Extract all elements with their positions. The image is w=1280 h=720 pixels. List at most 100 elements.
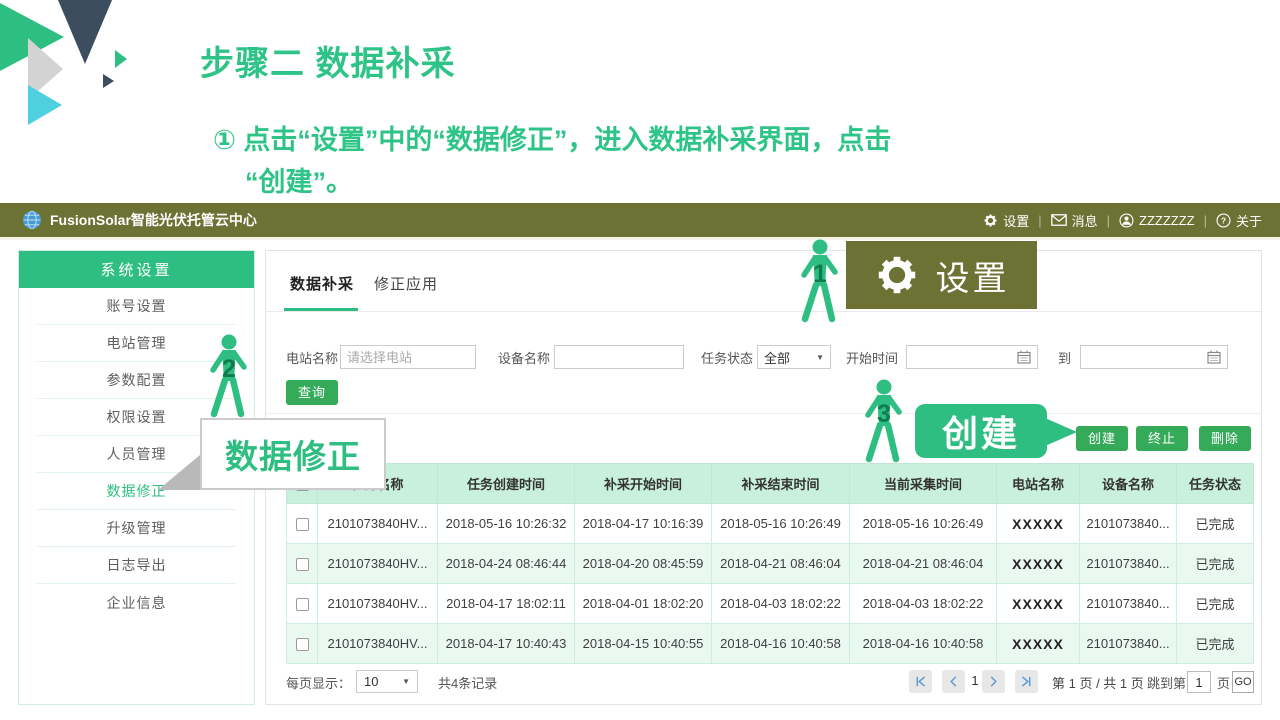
cell-status: 已完成 [1177, 504, 1254, 544]
table-header-row: 任务名称 任务创建时间 补采开始时间 补采结束时间 当前采集时间 电站名称 设备… [287, 464, 1254, 504]
per-page-select[interactable]: 10 ▼ [356, 670, 418, 693]
go-button[interactable]: GO [1232, 671, 1254, 693]
per-page-value: 10 [364, 674, 378, 689]
brand-text: FusionSolar智能光伏托管云中心 [50, 210, 257, 230]
cell-station: XXXXX [997, 584, 1080, 624]
total-records: 共4条记录 [438, 673, 497, 692]
query-button[interactable]: 查询 [286, 380, 338, 405]
row-checkbox[interactable] [296, 558, 309, 571]
create-callout-tail [1045, 418, 1077, 446]
cell-device: 2101073840... [1080, 624, 1177, 664]
prev-page-icon [948, 676, 959, 687]
task-table: 任务名称 任务创建时间 补采开始时间 补采结束时间 当前采集时间 电站名称 设备… [286, 463, 1254, 664]
cell-end-time: 2018-04-03 18:02:22 [712, 584, 850, 624]
nav-separator: | [1038, 213, 1041, 228]
cell-device: 2101073840... [1080, 584, 1177, 624]
tabs-separator [266, 311, 1261, 312]
step3-number: 3 [877, 400, 891, 428]
nav-separator: | [1107, 213, 1110, 228]
decorative-triangles [0, 0, 175, 135]
current-page: 1 [969, 673, 981, 688]
cell-status: 已完成 [1177, 624, 1254, 664]
task-status-select[interactable]: 全部 ▼ [757, 345, 831, 369]
table-row: 2101073840HV... 2018-04-24 08:46:44 2018… [287, 544, 1254, 584]
create-button[interactable]: 创建 [1076, 426, 1128, 451]
cell-create-time: 2018-04-17 18:02:11 [438, 584, 575, 624]
per-page-label: 每页显示： [286, 673, 351, 692]
cell-start-time: 2018-04-01 18:02:20 [575, 584, 712, 624]
jump-to-label: 跳到第 [1147, 673, 1186, 692]
jump-suffix-label: 页 [1217, 673, 1230, 692]
nav-separator: | [1204, 213, 1207, 228]
col-device: 设备名称 [1080, 464, 1177, 504]
col-start-time: 补采开始时间 [575, 464, 712, 504]
nav-user[interactable]: ZZZZZZZ [1119, 213, 1195, 228]
settings-callout: 设置 [846, 241, 1037, 309]
help-icon: ? [1216, 213, 1231, 228]
tab-data-recollect[interactable]: 数据补采 [290, 273, 354, 294]
instruction-line-2: “创建”。 [245, 160, 353, 199]
start-time-input[interactable] [906, 345, 1038, 369]
jump-page-input[interactable] [1187, 671, 1211, 693]
nav-settings-label: 设置 [1003, 211, 1029, 230]
nav-about[interactable]: ? 关于 [1216, 211, 1262, 230]
sidebar-item-logs[interactable]: 日志导出 [37, 547, 236, 584]
row-checkbox[interactable] [296, 638, 309, 651]
step1-figure: 1 [797, 239, 843, 323]
cell-current-time: 2018-04-03 18:02:22 [850, 584, 997, 624]
calendar-icon [1017, 350, 1031, 364]
cell-current-time: 2018-05-16 10:26:49 [850, 504, 997, 544]
navbar-actions: 设置 | 消息 | ZZZZZZZ | [983, 203, 1262, 237]
svg-text:?: ? [1221, 216, 1226, 225]
top-navbar: FusionSolar智能光伏托管云中心 设置 | [0, 203, 1280, 237]
start-time-label: 开始时间 [846, 347, 898, 371]
slide: 步骤二 数据补采 ① 点击“设置”中的“数据修正”，进入数据补采界面，点击 “创… [0, 0, 1280, 720]
col-station: 电站名称 [997, 464, 1080, 504]
cell-station: XXXXX [997, 624, 1080, 664]
station-name-input[interactable] [340, 345, 476, 369]
nav-messages[interactable]: 消息 [1051, 211, 1098, 230]
create-callout-label: 创建 [942, 405, 1020, 457]
col-status: 任务状态 [1177, 464, 1254, 504]
step1-number: 1 [813, 260, 827, 288]
tab-correction-apply[interactable]: 修正应用 [374, 273, 438, 294]
sidebar-item-upgrade[interactable]: 升级管理 [37, 510, 236, 547]
navbar-bottom-line [0, 237, 1280, 240]
cell-start-time: 2018-04-20 08:45:59 [575, 544, 712, 584]
task-status-label: 任务状态 [701, 347, 753, 371]
cell-create-time: 2018-04-17 10:40:43 [438, 624, 575, 664]
last-page-button[interactable] [1015, 670, 1038, 693]
cell-status: 已完成 [1177, 584, 1254, 624]
brand: FusionSolar智能光伏托管云中心 [22, 203, 257, 237]
instruction-line-1: ① 点击“设置”中的“数据修正”，进入数据补采界面，点击 [213, 118, 891, 157]
nav-settings[interactable]: 设置 [983, 211, 1029, 230]
delete-button[interactable]: 删除 [1199, 426, 1251, 451]
col-current-time: 当前采集时间 [850, 464, 997, 504]
cell-task-name: 2101073840HV... [318, 504, 438, 544]
sidebar-item-enterprise[interactable]: 企业信息 [37, 584, 236, 621]
prev-page-button[interactable] [942, 670, 965, 693]
page-info: 第 1 页 / 共 1 页 [1052, 673, 1144, 692]
col-end-time: 补采结束时间 [712, 464, 850, 504]
gear-icon [983, 213, 998, 228]
device-name-input[interactable] [554, 345, 684, 369]
datafix-callout-tail [158, 450, 206, 490]
table-row: 2101073840HV... 2018-05-16 10:26:32 2018… [287, 504, 1254, 544]
end-time-input[interactable] [1080, 345, 1228, 369]
row-checkbox[interactable] [296, 518, 309, 531]
next-page-icon [988, 676, 999, 687]
col-create-time: 任务创建时间 [438, 464, 575, 504]
row-checkbox[interactable] [296, 598, 309, 611]
terminate-button[interactable]: 终止 [1136, 426, 1188, 451]
gear-icon [874, 252, 920, 298]
cell-task-name: 2101073840HV... [318, 624, 438, 664]
sidebar-item-account[interactable]: 账号设置 [37, 288, 236, 325]
nav-about-label: 关于 [1236, 211, 1262, 230]
cell-station: XXXXX [997, 504, 1080, 544]
next-page-button[interactable] [982, 670, 1005, 693]
table-row: 2101073840HV... 2018-04-17 18:02:11 2018… [287, 584, 1254, 624]
first-page-button[interactable] [909, 670, 932, 693]
cell-current-time: 2018-04-16 10:40:58 [850, 624, 997, 664]
create-callout: 创建 [915, 404, 1047, 458]
cell-task-name: 2101073840HV... [318, 544, 438, 584]
